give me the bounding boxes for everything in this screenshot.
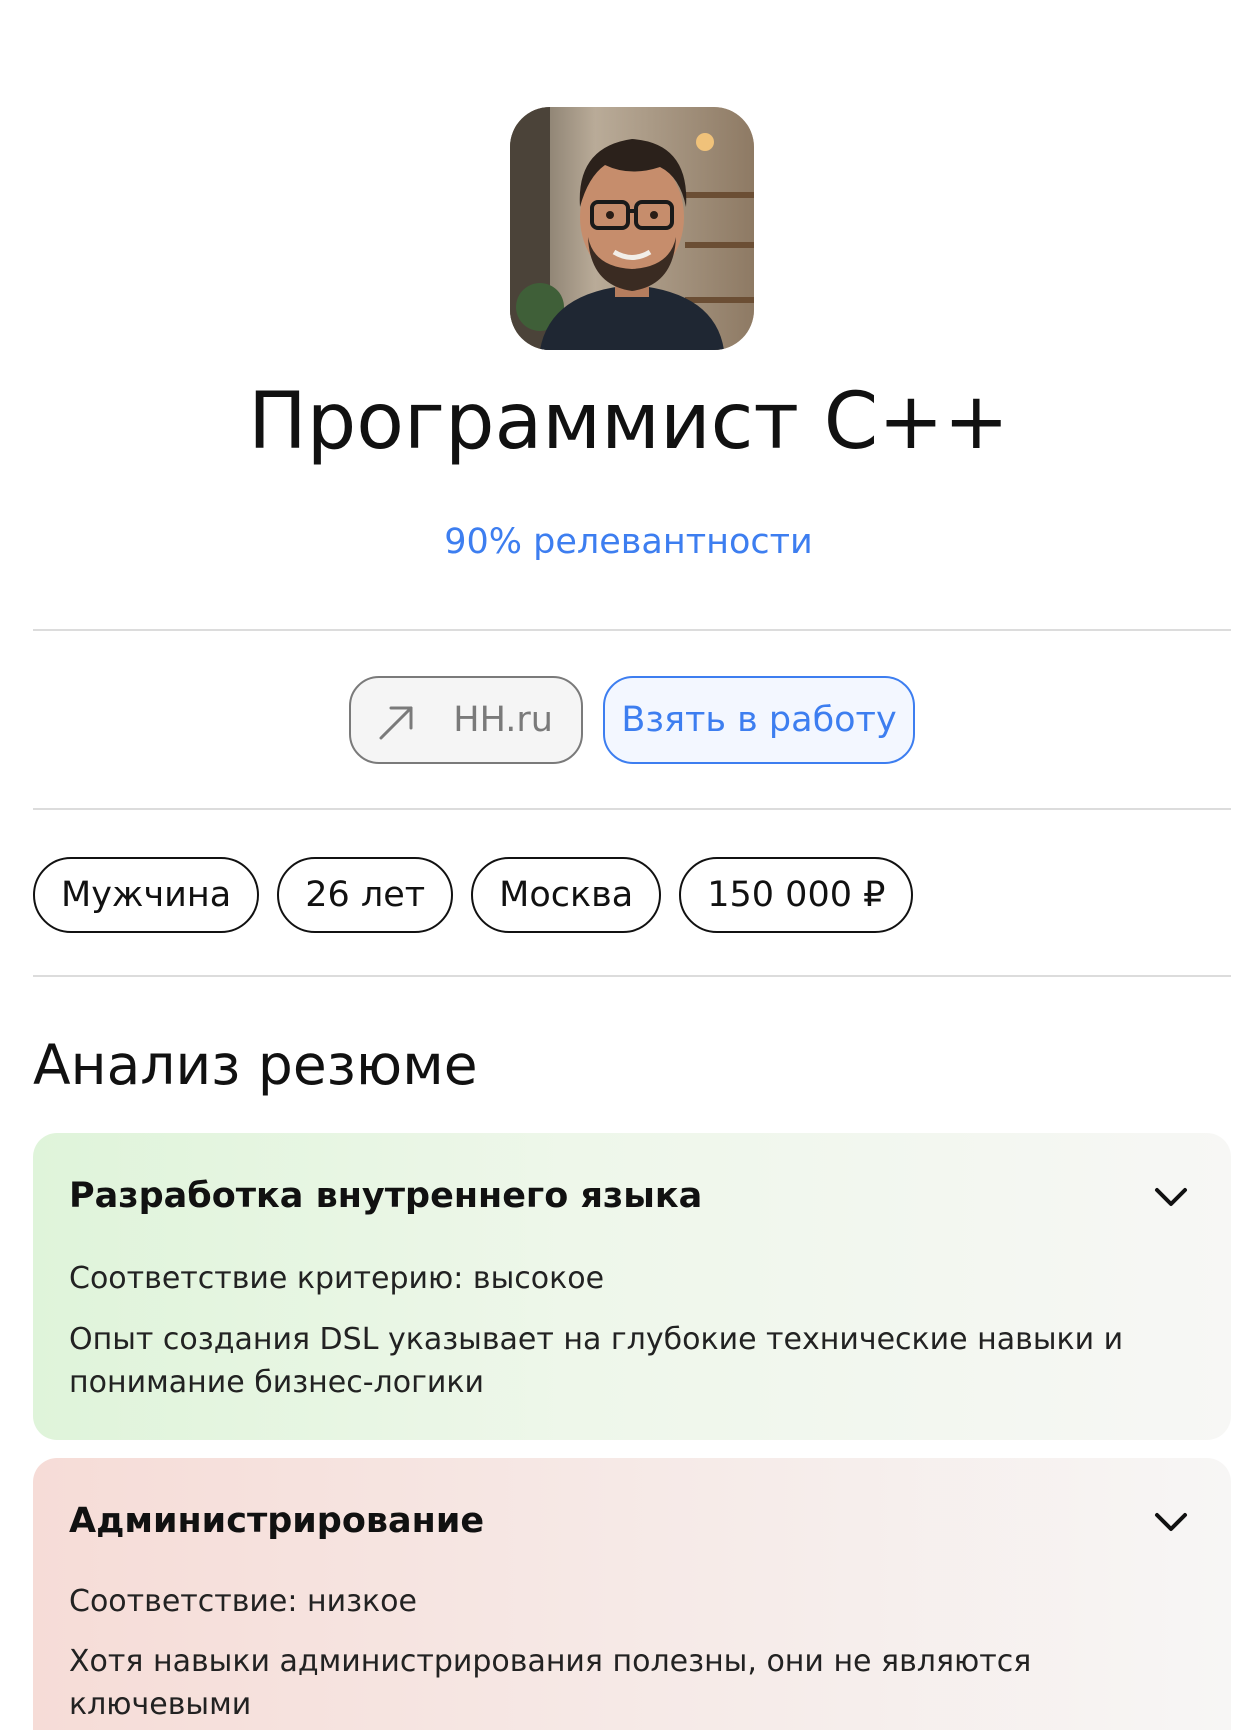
hh-link-button[interactable]: HH.ru — [349, 676, 583, 764]
take-to-work-button[interactable]: Взять в работу — [603, 676, 915, 764]
analysis-card[interactable]: Администрирование Соответствие: низкое Х… — [33, 1458, 1231, 1730]
analysis-card[interactable]: Разработка внутреннего языка Соответстви… — [33, 1133, 1231, 1440]
hh-link-label: HH.ru — [453, 700, 553, 740]
city-chip: Москва — [471, 857, 662, 933]
gender-chip: Мужчина — [33, 857, 260, 933]
avatar — [510, 107, 754, 350]
age-chip: 26 лет — [277, 857, 454, 933]
action-bar: HH.ru Взять в работу — [0, 676, 1257, 766]
avatar-photo — [510, 107, 754, 350]
page-title: Программист C++ — [248, 377, 1009, 467]
section-title: Анализ резюме — [33, 1033, 478, 1097]
chevron-down-icon[interactable] — [1151, 1177, 1191, 1217]
relevance-score: 90% релевантности — [444, 522, 813, 562]
criterion-comment: Хотя навыки администрирования полезны, о… — [69, 1644, 1032, 1722]
criterion-title: Разработка внутреннего языка — [69, 1176, 703, 1216]
resume-page: Программист C++ 90% релевантности HH.ru … — [0, 0, 1257, 1730]
criterion-title: Администрирование — [69, 1501, 485, 1541]
criterion-match: Соответствие: низкое — [69, 1584, 417, 1619]
arrow-up-right-icon — [379, 706, 413, 740]
criterion-comment: Опыт создания DSL указывает на глубокие … — [69, 1322, 1124, 1400]
salary-chip: 150 000 ₽ — [679, 857, 914, 933]
divider — [33, 975, 1231, 977]
chevron-down-icon[interactable] — [1151, 1502, 1191, 1542]
criterion-match: Соответствие критерию: высокое — [69, 1261, 605, 1296]
divider — [33, 808, 1231, 810]
candidate-tags: Мужчина 26 лет Москва 150 000 ₽ — [33, 857, 914, 933]
divider — [33, 629, 1231, 631]
